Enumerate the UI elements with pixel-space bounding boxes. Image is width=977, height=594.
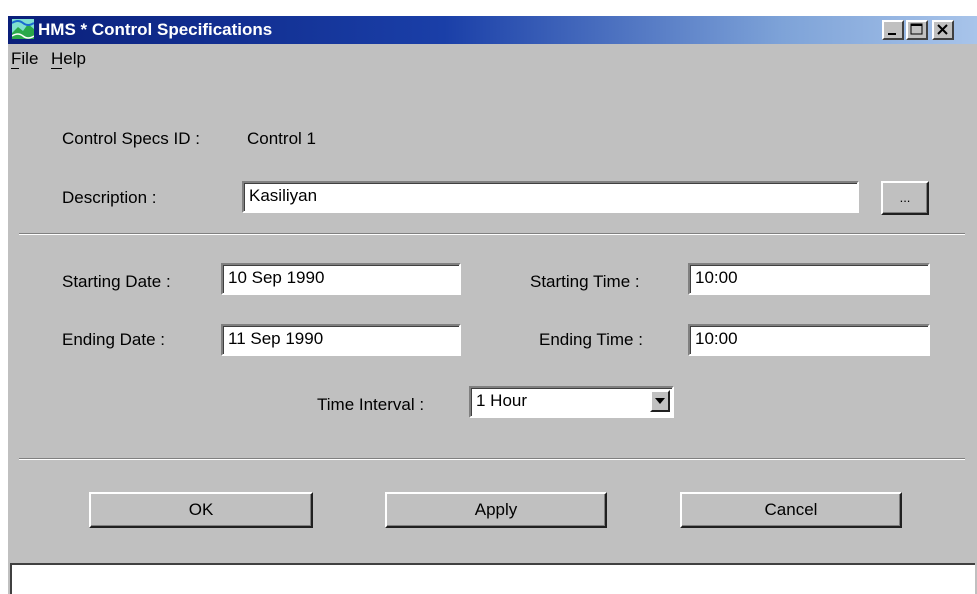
window-title: HMS * Control Specifications [38, 20, 273, 39]
description-label: Description : [62, 188, 157, 207]
minimize-button[interactable] [882, 20, 904, 40]
control-specifications-window: HMS * Control Specifications File Help C… [8, 16, 977, 594]
chevron-down-icon [655, 398, 665, 404]
separator-bottom [19, 458, 965, 460]
menu-help-mnemonic [51, 68, 62, 69]
status-bar [10, 563, 975, 594]
time-interval-label: Time Interval : [317, 395, 425, 414]
maximize-icon [910, 23, 923, 35]
starting-time-label: Starting Time : [530, 272, 640, 291]
menu-file-mnemonic [11, 68, 19, 69]
hms-app-icon [12, 19, 34, 39]
menu-help-label: Help [51, 49, 86, 68]
description-input[interactable]: Kasiliyan [242, 181, 859, 213]
cancel-button[interactable]: Cancel [680, 492, 902, 528]
starting-date-label: Starting Date : [62, 272, 171, 291]
starting-date-input[interactable]: 10 Sep 1990 [221, 263, 461, 295]
ending-date-input[interactable]: 11 Sep 1990 [221, 324, 461, 356]
close-button[interactable] [932, 20, 954, 40]
time-interval-select[interactable]: 1 Hour [469, 386, 674, 418]
maximize-button[interactable] [906, 20, 928, 40]
menu-help[interactable]: Help [51, 49, 86, 69]
ok-button[interactable]: OK [89, 492, 313, 528]
control-specs-id-label: Control Specs ID : [62, 129, 200, 148]
menu-bar: File Help [8, 47, 977, 71]
time-interval-dropdown-button[interactable] [650, 390, 670, 412]
ending-time-input[interactable]: 10:00 [688, 324, 930, 356]
menu-file-label: File [11, 49, 39, 68]
minimize-icon [888, 33, 896, 35]
menu-file[interactable]: File [11, 49, 38, 69]
close-icon [937, 24, 948, 35]
control-specs-id-value: Control 1 [247, 129, 316, 148]
apply-button[interactable]: Apply [385, 492, 607, 528]
ending-time-label: Ending Time : [539, 330, 643, 349]
time-interval-value: 1 Hour [476, 391, 528, 410]
description-browse-button[interactable]: ... [881, 181, 929, 215]
ending-date-label: Ending Date : [62, 330, 166, 349]
separator-top [19, 233, 965, 235]
title-bar[interactable]: HMS * Control Specifications [8, 16, 977, 44]
starting-time-input[interactable]: 10:00 [688, 263, 930, 295]
